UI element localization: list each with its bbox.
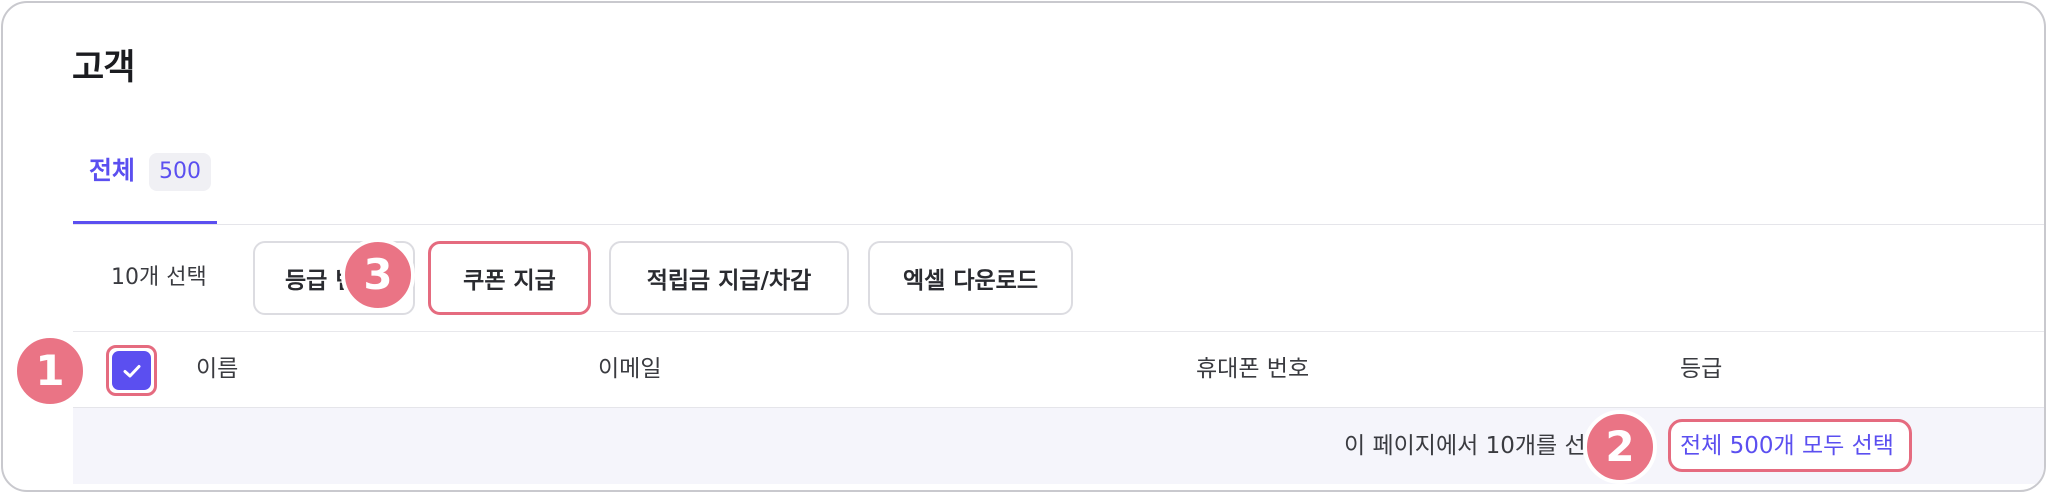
column-header-phone[interactable]: 휴대폰 번호 <box>1196 352 1309 386</box>
checkmark-icon <box>123 364 140 377</box>
tab-all-label: 전체 <box>89 156 136 185</box>
select-all-500-link[interactable]: 전체 500개 모두 선택 <box>1680 429 1894 463</box>
column-header-email[interactable]: 이메일 <box>598 352 661 386</box>
issue-coupon-button[interactable]: 쿠폰 지급 <box>428 241 591 315</box>
column-header-grade[interactable]: 등급 <box>1680 352 1722 386</box>
select-all-checkbox[interactable] <box>112 351 151 390</box>
tabs-divider <box>73 224 2044 225</box>
step-marker-2: 2 <box>1583 410 1657 484</box>
customers-panel: 고객 전체 500 10개 선택 등급 변 쿠폰 지급 적립금 지급/차감 엑셀… <box>1 1 2046 492</box>
selected-count-text: 10개 선택 <box>111 265 207 290</box>
toolbar-divider <box>73 331 2044 332</box>
step-marker-3: 3 <box>341 238 415 312</box>
tab-all-count-badge: 500 <box>149 153 212 191</box>
tab-all[interactable]: 전체 500 <box>73 145 217 225</box>
selection-notice-text: 이 페이지에서 10개를 선택했어요 <box>1344 433 1590 459</box>
column-header-name[interactable]: 이름 <box>196 352 238 386</box>
points-adjust-button[interactable]: 적립금 지급/차감 <box>609 241 849 315</box>
excel-download-button[interactable]: 엑셀 다운로드 <box>868 241 1073 315</box>
page-title: 고객 <box>72 48 135 88</box>
step-marker-1: 1 <box>13 334 87 408</box>
